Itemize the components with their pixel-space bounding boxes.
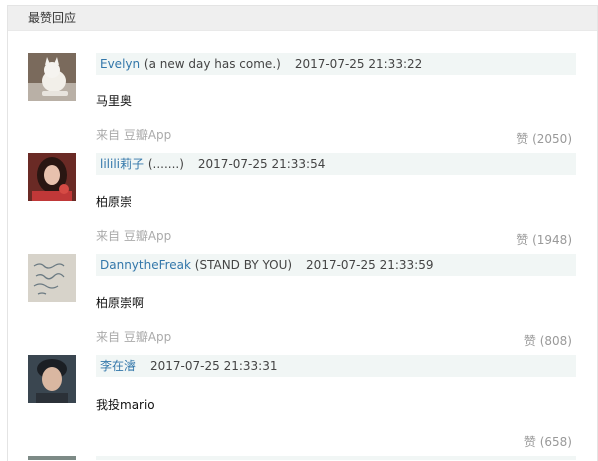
comment-time: 2017-07-25 21:33:22	[294, 57, 423, 71]
cat-photo-avatar-icon[interactable]	[28, 53, 76, 101]
vote-button[interactable]: 赞 (2050)	[516, 130, 572, 147]
woman-portrait-avatar-icon[interactable]	[28, 153, 76, 201]
comment-meta: 李在濬 2017-07-25 21:33:31	[96, 355, 576, 377]
comment-meta: Evelyn (a new day has come.) 2017-07-25 2…	[96, 53, 576, 75]
author-signature: (STAND BY YOU)	[190, 258, 293, 272]
top-comments-panel: 最赞回应 Evelyn (a new day has come.) 2017-07…	[7, 5, 598, 461]
comment-source: 来自 豆瓣App	[96, 128, 172, 142]
comment-text: 马里奥	[96, 94, 133, 108]
comment-time: 2017-07-25 21:33:54	[197, 157, 326, 171]
comment-meta: DannytheFreak (STAND BY YOU) 2017-07-25 2…	[96, 254, 576, 276]
comment-text: 我投mario	[96, 398, 155, 412]
comment-source: 来自 豆瓣App	[96, 229, 172, 243]
section-title: 最赞回应	[8, 6, 597, 31]
comment-source: 来自 豆瓣App	[96, 330, 172, 344]
author-signature: (.......)	[144, 157, 184, 171]
vote-button[interactable]: 赞 (808)	[524, 332, 572, 349]
comment-text: 柏原崇	[96, 195, 133, 209]
vote-button[interactable]: 赞 (658)	[524, 433, 572, 450]
comment-text: 柏原崇啊	[96, 296, 145, 310]
vote-button[interactable]: 赞 (1948)	[516, 231, 572, 248]
author-signature: (a new day has come.)	[140, 57, 281, 71]
author-link[interactable]: 李在濬	[96, 359, 136, 373]
author-link[interactable]: lilili莉子	[96, 157, 144, 171]
handwriting-avatar-icon[interactable]	[28, 254, 76, 302]
comment-meta-partial	[96, 456, 576, 460]
comment-meta: lilili莉子 (.......) 2017-07-25 21:33:54	[96, 153, 576, 175]
comment-time: 2017-07-25 21:33:31	[150, 359, 278, 373]
author-link[interactable]: Evelyn	[96, 57, 140, 71]
man-portrait-avatar-icon[interactable]	[28, 355, 76, 403]
next-avatar-icon[interactable]	[28, 456, 76, 460]
comment-time: 2017-07-25 21:33:59	[306, 258, 434, 272]
author-link[interactable]: DannytheFreak	[96, 258, 191, 272]
